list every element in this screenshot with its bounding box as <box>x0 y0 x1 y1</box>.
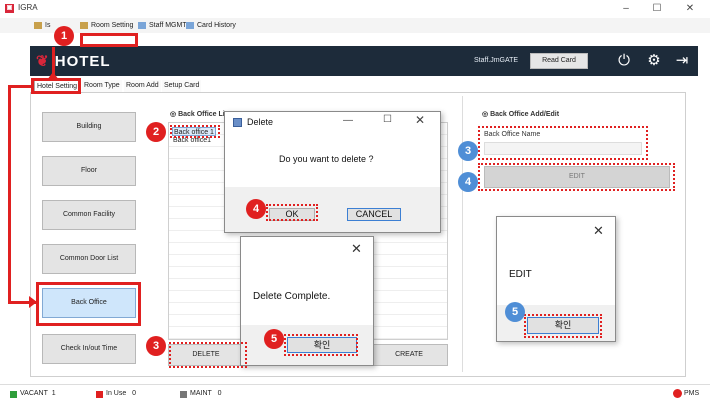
tab-setup-card[interactable]: Setup Card <box>162 80 202 92</box>
minimize-button[interactable]: – <box>612 2 640 16</box>
status-bar: VACANT 1 In Use 0 MAINT 0 PMS <box>0 384 710 403</box>
step-badge: 4 <box>458 172 478 192</box>
app-icon <box>233 118 242 127</box>
sidebar-item-common-facility[interactable]: Common Facility <box>42 200 136 230</box>
power-icon[interactable]: ⏻ <box>614 51 634 71</box>
highlight-delete <box>169 342 247 368</box>
close-icon[interactable]: ✕ <box>593 223 604 239</box>
folder-icon <box>34 22 42 29</box>
step-badge: 4 <box>246 199 266 219</box>
step-badge: 3 <box>458 141 478 161</box>
step-badge: 5 <box>264 329 284 349</box>
step-badge: 5 <box>505 302 525 322</box>
window-title: IGRA <box>18 3 38 12</box>
sidebar-item-building[interactable]: Building <box>42 112 136 142</box>
highlight-hotel-setting <box>31 78 81 94</box>
status-in-use: In Use 0 <box>96 390 136 398</box>
dialog-message: Do you want to delete ? <box>279 154 374 164</box>
arrow-right-icon <box>29 296 37 308</box>
logout-icon[interactable]: ⇥ <box>672 51 692 71</box>
app-icon: ▣ <box>5 4 14 13</box>
status-vacant: VACANT 1 <box>10 390 56 398</box>
list-panel-title: ◎ Back Office Lis <box>170 111 229 118</box>
highlight-edit-confirm <box>524 314 602 338</box>
read-card-button[interactable]: Read Card <box>530 53 588 69</box>
arrow-up-icon <box>47 72 59 80</box>
highlight-list-item <box>170 125 220 138</box>
pms-status-icon <box>673 389 682 398</box>
staff-icon <box>138 22 146 29</box>
sidebar-item-floor[interactable]: Floor <box>42 156 136 186</box>
edit-panel-title: ◎ Back Office Add/Edit <box>482 111 560 118</box>
close-icon[interactable]: ✕ <box>351 241 362 257</box>
menu-item-room-setting[interactable]: Room Setting <box>80 20 133 31</box>
menu-item-card-history[interactable]: Card History <box>186 20 236 31</box>
step-badge: 2 <box>146 122 166 142</box>
sidebar-item-common-door-list[interactable]: Common Door List <box>42 244 136 274</box>
vacant-indicator-icon <box>10 391 17 398</box>
create-button[interactable]: CREATE <box>370 344 448 366</box>
hotel-logo: ❦ HOTEL <box>36 53 111 70</box>
close-button[interactable]: ✕ <box>676 2 704 16</box>
highlight-back-office <box>36 282 141 326</box>
highlight-room-setting <box>80 33 138 47</box>
sidebar-item-check-in-out-time[interactable]: Check In/out Time <box>42 334 136 364</box>
status-maint: MAINT 0 <box>180 390 222 398</box>
cancel-button[interactable]: CANCEL <box>347 208 401 221</box>
maint-indicator-icon <box>180 391 187 398</box>
card-icon <box>186 22 194 29</box>
maximize-icon[interactable]: ☐ <box>383 114 392 125</box>
menu-item-staff-mgmt[interactable]: Staff MGMT <box>138 20 187 31</box>
pms-label: PMS <box>684 390 700 397</box>
app-header: ❦ HOTEL Staff.JmGATE Read Card ⏻ ⚙ ⇥ <box>30 46 698 76</box>
highlight-edit <box>478 163 675 191</box>
folder-icon <box>80 22 88 29</box>
close-icon[interactable]: ✕ <box>415 113 425 127</box>
maximize-button[interactable]: ☐ <box>643 2 671 16</box>
dialog-message: Delete Complete. <box>253 291 331 302</box>
tab-room-add[interactable]: Room Add <box>124 80 161 92</box>
menu-bar: Is Room Setting Staff MGMT Card History <box>0 18 710 33</box>
step-badge: 3 <box>146 336 166 356</box>
menu-item-is[interactable]: Is <box>34 20 50 31</box>
minimize-icon[interactable]: — <box>343 115 353 126</box>
dialog-title: Delete <box>247 117 274 127</box>
tab-room-type[interactable]: Room Type <box>82 80 122 92</box>
highlight-confirm <box>284 334 358 356</box>
highlight-name-field <box>478 126 648 160</box>
title-bar: ▣ IGRA – ☐ ✕ <box>0 0 710 18</box>
dialog-message: EDIT <box>509 269 532 280</box>
staff-name: Staff.JmGATE <box>474 57 519 64</box>
inuse-indicator-icon <box>96 391 103 398</box>
gear-icon[interactable]: ⚙ <box>644 51 664 71</box>
highlight-ok <box>266 204 318 221</box>
step-badge: 1 <box>54 26 74 46</box>
